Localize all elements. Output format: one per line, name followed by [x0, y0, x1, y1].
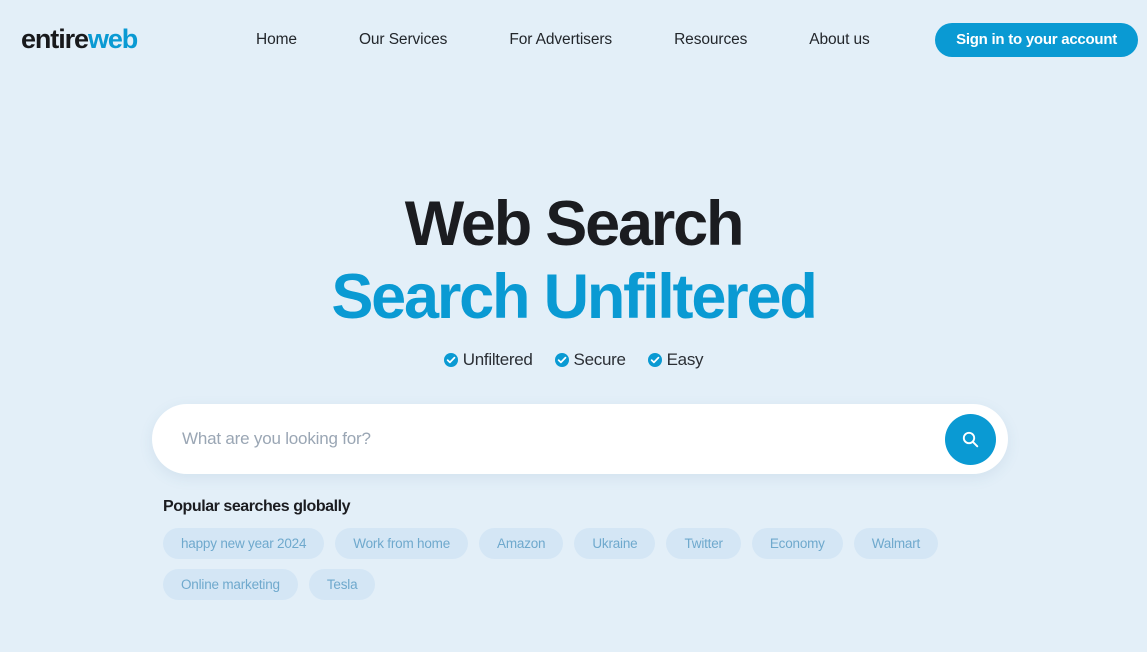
- page-title: Web Search Search Unfiltered: [0, 189, 1147, 332]
- check-circle-icon: [443, 353, 458, 367]
- headline-line-primary: Web Search: [404, 189, 745, 260]
- nav-item-about-us[interactable]: About us: [809, 29, 869, 51]
- logo-text-accent: web: [87, 24, 138, 54]
- popular-search-tag[interactable]: Online marketing: [163, 569, 298, 600]
- nav-item-resources[interactable]: Resources: [674, 29, 747, 51]
- popular-search-tag[interactable]: Tesla: [308, 569, 376, 600]
- headline-line-accent: Search Unfiltered: [331, 261, 817, 332]
- check-circle-icon: [554, 353, 569, 367]
- feature-badge-unfiltered: Unfiltered: [443, 350, 533, 370]
- nav-item-home[interactable]: Home: [256, 29, 297, 51]
- popular-search-tag[interactable]: Twitter: [666, 528, 741, 559]
- logo-text-primary: entire: [21, 24, 89, 54]
- site-logo[interactable]: entireweb: [21, 24, 138, 54]
- search-icon: [961, 430, 980, 449]
- feature-label: Easy: [666, 350, 704, 369]
- feature-badge-easy: Easy: [647, 350, 704, 370]
- main-navigation: Home Our Services For Advertisers Resour…: [256, 29, 870, 51]
- feature-label: Secure: [573, 350, 626, 369]
- feature-label: Unfiltered: [462, 350, 533, 369]
- popular-searches-title: Popular searches globally: [163, 498, 351, 515]
- popular-search-tag[interactable]: Economy: [751, 528, 843, 559]
- site-header: entireweb Home Our Services For Advertis…: [0, 0, 1147, 80]
- popular-search-tag[interactable]: Walmart: [853, 528, 939, 559]
- nav-item-our-services[interactable]: Our Services: [359, 29, 447, 51]
- sign-in-button[interactable]: Sign in to your account: [935, 23, 1138, 57]
- popular-search-tag[interactable]: Work from home: [335, 528, 469, 559]
- popular-searches-tag-list: happy new year 2024 Work from home Amazo…: [163, 528, 1003, 600]
- search-bar: [152, 404, 1008, 474]
- check-circle-icon: [647, 353, 662, 367]
- popular-search-tag[interactable]: Amazon: [479, 528, 564, 559]
- popular-search-tag[interactable]: happy new year 2024: [163, 528, 325, 559]
- popular-searches-section: Popular searches globally happy new year…: [163, 499, 1043, 600]
- feature-badge-secure: Secure: [554, 350, 626, 370]
- feature-badges: Unfiltered Secure Easy: [0, 350, 1147, 370]
- page-root: entireweb Home Our Services For Advertis…: [0, 0, 1147, 652]
- popular-search-tag[interactable]: Ukraine: [574, 528, 656, 559]
- search-input[interactable]: [152, 404, 945, 474]
- search-submit-button[interactable]: [945, 413, 996, 465]
- nav-item-for-advertisers[interactable]: For Advertisers: [509, 29, 612, 51]
